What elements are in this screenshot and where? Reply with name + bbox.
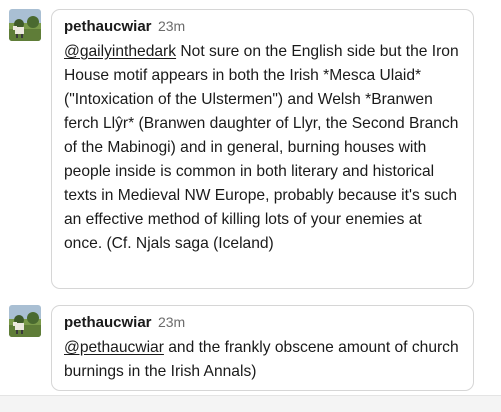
reply-card: pethaucwiar 23m @gailyinthedark Not sure… bbox=[51, 9, 474, 289]
mention-link[interactable]: @gailyinthedark bbox=[64, 43, 176, 60]
timestamp[interactable]: 23m bbox=[158, 18, 185, 34]
username-link[interactable]: pethaucwiar bbox=[64, 18, 152, 35]
avatar[interactable] bbox=[9, 9, 41, 41]
reply-header: pethaucwiar 23m bbox=[64, 18, 185, 36]
reply-text: @pethaucwiar and the frankly obscene amo… bbox=[64, 336, 464, 384]
username-link[interactable]: pethaucwiar bbox=[64, 314, 152, 331]
avatar-image-icon bbox=[9, 305, 41, 337]
timestamp[interactable]: 23m bbox=[158, 314, 185, 330]
reply-card: pethaucwiar 23m @pethaucwiar and the fra… bbox=[51, 305, 474, 391]
avatar-image-icon bbox=[9, 9, 41, 41]
reply-body-text: Not sure on the English side but the Iro… bbox=[64, 43, 459, 252]
reply-text: @gailyinthedark Not sure on the English … bbox=[64, 40, 464, 256]
mention-link[interactable]: @pethaucwiar bbox=[64, 339, 164, 356]
reply-header: pethaucwiar 23m bbox=[64, 314, 185, 332]
bottom-bar bbox=[0, 395, 501, 412]
avatar[interactable] bbox=[9, 305, 41, 337]
